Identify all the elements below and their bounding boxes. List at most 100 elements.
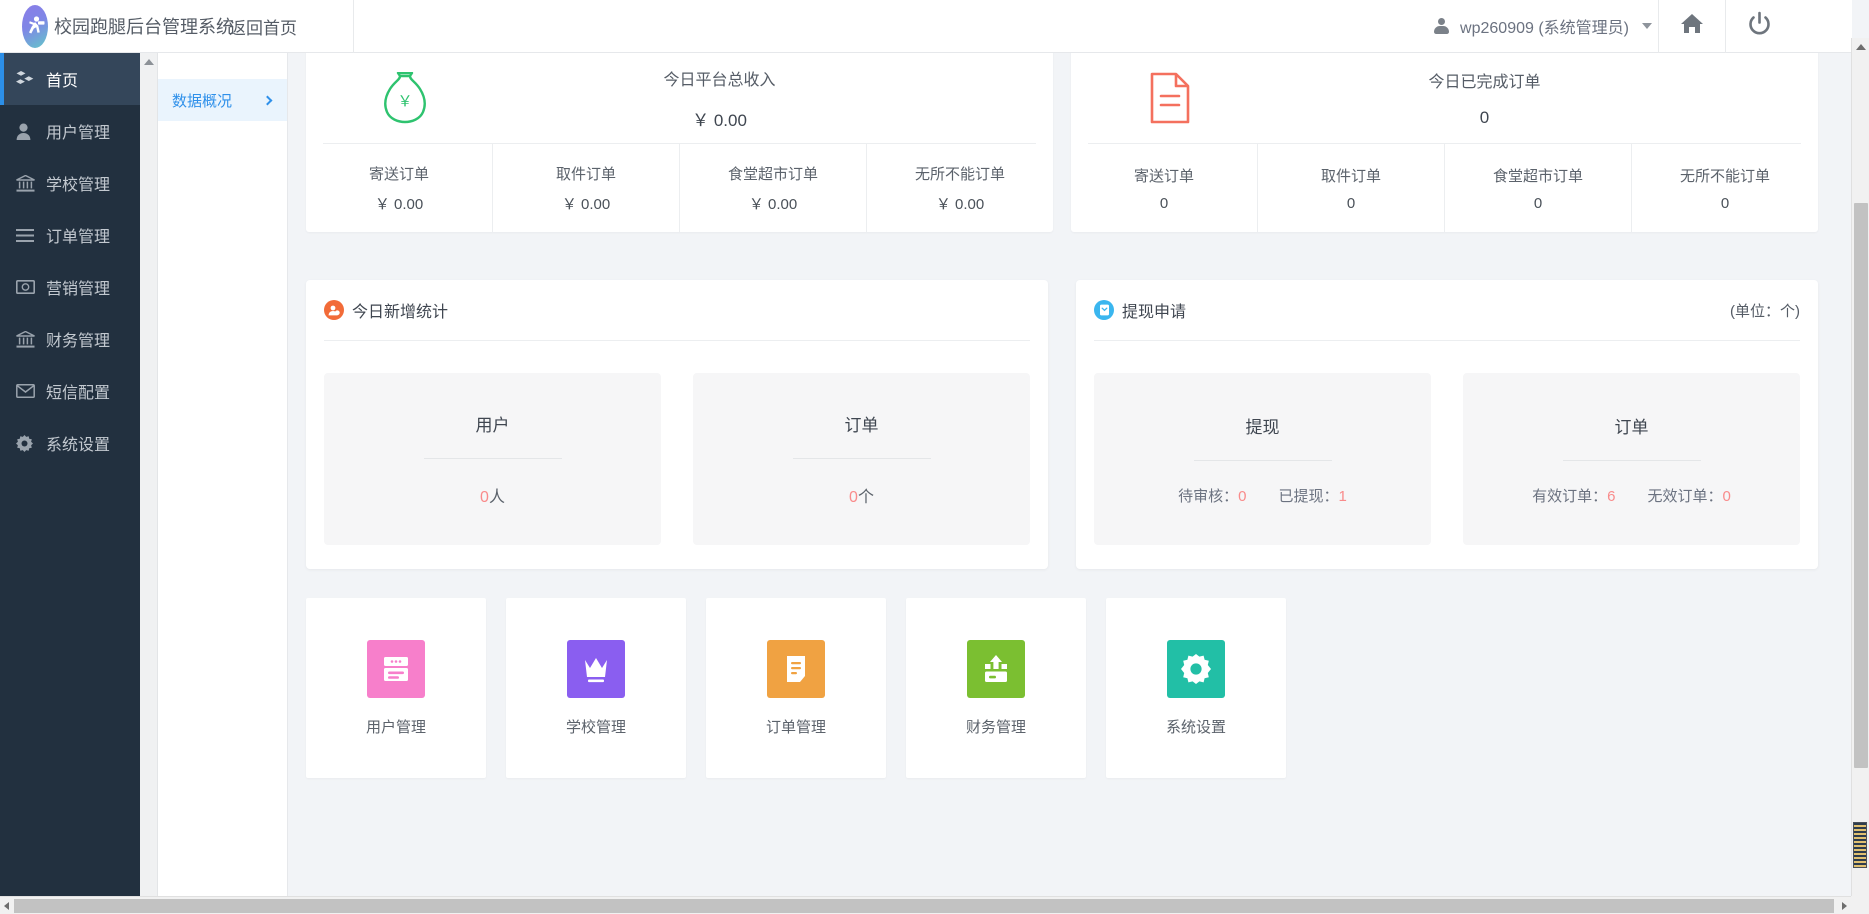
value-number: 0 — [480, 489, 489, 506]
list-icon — [16, 228, 46, 242]
pair-label: 无效订单： — [1647, 487, 1723, 505]
subnav-collapse-strip[interactable] — [140, 53, 158, 896]
user-menu[interactable]: wp260909 (系统管理员) — [1434, 14, 1658, 38]
sidebar-item-system-settings[interactable]: 系统设置 — [0, 417, 140, 469]
shortcut-tile-system-settings[interactable]: 系统设置 — [1106, 598, 1286, 778]
sidebar-item-label: 订单管理 — [46, 229, 111, 246]
card-breakdown: 寄送订单 0 取件订单 0 食堂超市订单 0 无所不能订单 0 — [1071, 144, 1818, 232]
subnav-item-data-overview[interactable]: 数据概况 — [158, 79, 287, 121]
breakdown-label: 无所不能订单 — [914, 165, 1005, 183]
today-new-stats-panel: 今日新增统计 用户 0人 订单 0个 — [306, 280, 1048, 569]
scrollbar-corner — [1851, 896, 1869, 914]
value-unit: 个 — [857, 489, 874, 506]
admin-dashboard: 校园跑腿后台管理系统 返回首页 wp260909 (系统管理员) 首页 用户管理… — [0, 0, 1869, 914]
panel-title: 今日新增统计 — [324, 298, 448, 322]
horizontal-scroll-thumb[interactable] — [14, 899, 1834, 913]
breakdown-value: 0 — [1720, 194, 1730, 212]
breakdown-label: 无所不能订单 — [1679, 167, 1770, 185]
new-users-card: 用户 0人 — [324, 373, 661, 545]
top-header: 校园跑腿后台管理系统 返回首页 wp260909 (系统管理员) — [0, 0, 1852, 53]
sidebar-item-school-management[interactable]: 学校管理 — [0, 157, 140, 209]
user-icon — [16, 123, 46, 140]
panel-title-label: 今日新增统计 — [352, 304, 449, 321]
pair-value: 0 — [1722, 487, 1731, 505]
header-divider — [353, 0, 354, 53]
breakdown-item: 食堂超市订单 ￥ 0.00 — [680, 144, 867, 232]
sidebar-item-user-management[interactable]: 用户管理 — [0, 105, 140, 157]
mini-card-title: 用户 — [475, 416, 510, 435]
pair: 已提现：1 — [1279, 485, 1347, 506]
shortcut-tile-user-management[interactable]: 用户管理 — [306, 598, 486, 778]
sidebar-item-home[interactable]: 首页 — [0, 53, 140, 105]
breakdown-item: 寄送订单 ￥ 0.00 — [306, 144, 493, 232]
scroll-up-arrow-icon[interactable] — [1856, 44, 1866, 50]
mini-card-value: 0个 — [849, 483, 874, 507]
card-title: 今日平台总收入 — [663, 71, 776, 89]
chevron-up-icon — [144, 59, 154, 65]
sidebar-item-label: 用户管理 — [46, 125, 111, 142]
withdraw-icon — [1094, 300, 1114, 320]
back-home-link[interactable]: 返回首页 — [229, 14, 297, 39]
vertical-scroll-thumb[interactable] — [1854, 203, 1868, 768]
header-tail — [1792, 0, 1852, 53]
scroll-right-arrow-icon[interactable] — [1842, 902, 1847, 910]
breakdown-item: 取件订单 0 — [1258, 144, 1445, 232]
breakdown-item: 取件订单 ￥ 0.00 — [493, 144, 680, 232]
panel-body: 提现 待审核：0 已提现：1 订单 有效订单：6 无效订单：0 — [1094, 341, 1800, 545]
panel-title: 提现申请 — [1094, 298, 1186, 322]
card-header: 今日已完成订单 0 — [1071, 53, 1818, 143]
banknote-icon — [16, 280, 46, 294]
home-button[interactable] — [1658, 0, 1725, 53]
shortcut-tile-finance-management[interactable]: 财务管理 — [906, 598, 1086, 778]
sidebar-item-label: 短信配置 — [46, 385, 111, 402]
sidebar-item-marketing-management[interactable]: 营销管理 — [0, 261, 140, 313]
breakdown-label: 食堂超市订单 — [1492, 167, 1583, 185]
sidebar-item-label: 学校管理 — [46, 177, 111, 194]
divider — [1562, 459, 1701, 461]
sidebar-item-label: 财务管理 — [46, 333, 111, 350]
user-card-icon — [367, 639, 425, 698]
mini-card-title: 提现 — [1245, 417, 1280, 437]
card-title-block: 今日平台总收入 ￥ 0.00 — [490, 66, 1039, 131]
shortcut-tile-label: 订单管理 — [765, 718, 826, 736]
chevron-down-icon — [1642, 23, 1652, 29]
sidebar-item-label: 首页 — [46, 73, 79, 90]
breakdown-value: 0 — [1346, 194, 1356, 212]
order-doc-icon — [767, 639, 825, 698]
new-orders-card: 订单 0个 — [693, 373, 1030, 545]
shortcut-tiles-row: 用户管理 学校管理 订单管理 财务管理 系统设置 — [289, 569, 1835, 778]
secondary-nav-panel: 数据概况 — [158, 53, 288, 896]
main-content: ￥ 今日平台总收入 ￥ 0.00 寄送订单 ￥ 0.00 取件订单 ￥ 0.00… — [289, 53, 1835, 896]
shortcut-tile-order-management[interactable]: 订单管理 — [706, 598, 886, 778]
svg-text:￥: ￥ — [397, 93, 412, 110]
panel-header: 提现申请 (单位：个) — [1094, 298, 1800, 341]
pair: 待审核：0 — [1178, 485, 1246, 506]
scroll-left-arrow-icon[interactable] — [4, 902, 9, 910]
sidebar-item-finance-management[interactable]: 财务管理 — [0, 313, 140, 365]
breakdown-label: 寄送订单 — [368, 165, 429, 183]
shortcut-tile-school-management[interactable]: 学校管理 — [506, 598, 686, 778]
document-icon — [1085, 72, 1255, 124]
runner-logo-icon — [22, 4, 48, 48]
pair-label: 有效订单： — [1532, 487, 1608, 505]
sidebar-item-label: 营销管理 — [46, 281, 111, 298]
money-bag-icon: ￥ — [320, 72, 490, 124]
breakdown-item: 食堂超市订单 0 — [1445, 144, 1632, 232]
logo-area: 校园跑腿后台管理系统 — [0, 4, 234, 48]
horizontal-scrollbar[interactable] — [0, 896, 1851, 914]
breakdown-item: 无所不能订单 ￥ 0.00 — [867, 144, 1053, 232]
power-icon — [1747, 11, 1772, 41]
breakdown-value: 0 — [1159, 194, 1169, 212]
pair-label: 待审核： — [1178, 487, 1239, 505]
pair-value: 0 — [1238, 487, 1247, 505]
logout-button[interactable] — [1725, 0, 1792, 53]
mini-card-title: 订单 — [1614, 417, 1649, 437]
panel-unit-label: (单位：个) — [1730, 302, 1800, 320]
sidebar-item-sms-config[interactable]: 短信配置 — [0, 365, 140, 417]
sidebar-item-order-management[interactable]: 订单管理 — [0, 209, 140, 261]
vertical-scrollbar[interactable] — [1851, 38, 1869, 896]
panel-header: 今日新增统计 — [324, 298, 1030, 341]
completed-orders-summary-card: 今日已完成订单 0 寄送订单 0 取件订单 0 食堂超市订单 0 无所不能订单 … — [1071, 53, 1818, 232]
breakdown-value: ￥ 0.00 — [374, 195, 424, 213]
card-title-block: 今日已完成订单 0 — [1255, 68, 1804, 128]
